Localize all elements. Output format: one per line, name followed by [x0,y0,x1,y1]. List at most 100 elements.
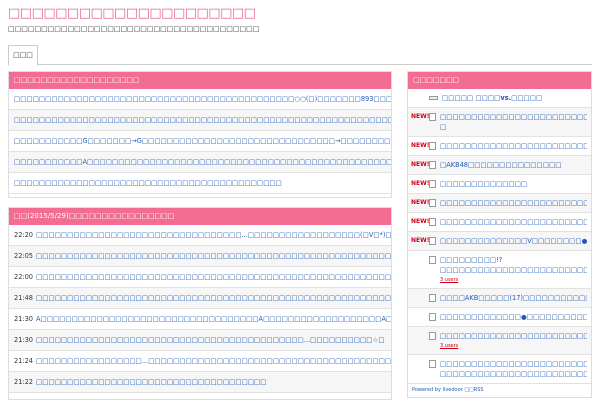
sidebar-item-link[interactable]: □□□□□□□□□□□□□□□□□□□□□□□□□□□□□ [440,217,587,227]
sidebar-item-link[interactable]: □□□□□□□□□□□□□●□□□□□□□□□□□□□□□□□□□□□ [440,312,587,322]
latest-item-time: 21:22 [14,378,34,386]
new-badge: NEW! [411,161,430,168]
sidebar-item-link[interactable]: □□□□□ □□□□vs.□□□□□ [442,93,542,103]
sidebar-item-link[interactable]: □□□□□□□□□□□□□□□□□□□□□□□□□□□□□□□□□□□□□□□□… [440,112,587,132]
pickup-item-link[interactable]: □□□□□□□□□□□G□□□□□□□→G□□□□□□□□□□□□□□□□□□□… [14,137,391,145]
latest-item-time: 21:24 [14,357,34,365]
users-count-link[interactable]: 3 users [440,277,587,284]
pickup-item: □□□□□□□□□□□A□□□□□□□□□□□□□□□□□□□□□□□□□□□□… [9,152,391,173]
latest-item: 21:24 □□□□□□□□□□□□□□□□□...□□□□□□□□□□□□□□□… [9,351,391,372]
sidebar-item: NEW! □□□□□□□□□□□□□□□□□□□□□□□□□□□□□□□□□□□ [408,194,591,213]
document-icon [429,294,436,302]
sidebar-panel: □□□□□□□ □□□□□ □□□□vs.□□□□□ NEW! □□□□□□□□□□… [407,71,592,398]
latest-list: 22:20 □□□□□□□□□□□□□□□□□□□□□□□□□□□□□□□□□..… [9,225,391,393]
document-icon [429,199,436,207]
sidebar-item: NEW! □AKB48□□□□□□□□□□□□□□□ [408,156,591,175]
sidebar-item-link[interactable]: □□□□□□□□□!?□□□□□□□□□□□□□□□□□□□□□□□□□ 3 us… [440,255,587,284]
latest-item-link[interactable]: A□□□□□□□□□□□□□□□□□□□□□□□□□□□□□□□□□□□A□□□… [36,315,391,323]
new-badge: NEW! [411,113,430,120]
powered-by-link[interactable]: Powered by livedoor □□RSS [408,384,591,396]
sidebar-item-title: □□□□□□□□□□□□□□□□□□□□□□□□□□□□□□□□□□□□□□□□… [440,113,587,131]
sidebar-item-link[interactable]: □□□□□□□□□□□□□□□□□□□□□□□ □□□□□□ □□□□□□□□□□… [440,359,587,379]
sidebar-item-title: □□□□□□□□□□□□□□V□□□□□□□□●□□□□□□□□□ [440,237,587,245]
sidebar-item: NEW! □□□□□□□□□□□□□□□□□□□□□□□□□□□□□□□□□□□□… [408,108,591,137]
sidebar-item-link[interactable]: □□□□□□□□□□□□□□V□□□□□□□□●□□□□□□□□□ [440,236,587,246]
latest-item-time: 21:30 [14,315,34,323]
latest-header: □□(2015/5/29)□□□□□□□□□□□□□□□□ [9,208,391,225]
sidebar-list: □□□□□ □□□□vs.□□□□□ NEW! □□□□□□□□□□□□□□□□□□… [408,89,591,384]
users-count-link[interactable]: 3 users [440,343,587,350]
sidebar-item-title: □□□□□□□□□□□□□□□□□□□□□□□ □□□□□□ □□□□□□□□□□… [440,360,587,378]
tab-home[interactable]: □□□ [8,45,38,66]
latest-item: 21:30 A□□□□□□□□□□□□□□□□□□□□□□□□□□□□□□□□□□… [9,309,391,330]
latest-item-link[interactable]: □□□□□□□□□□□□□□□□□...□□□□□□□□□□□□□□□□□□□□… [36,357,391,365]
sidebar-item-title: □□□□□ □□□□vs.□□□□□ [442,94,543,102]
sidebar-item: □□□□□□□□□□□□□□□□□□□□□□□□□□□□□□□□□□□□□□□□… [408,327,591,355]
sidebar-item: □□□□□□□□□□□□□□□□□□□□□□□ □□□□□□ □□□□□□□□□□… [408,355,591,384]
latest-item-link[interactable]: □□□□□□□□□□□□□□□□□□□□□□□□□□□□□□□□□□□□□□□□… [36,294,391,302]
feed-bar-icon [429,96,438,100]
pickup-item-link[interactable]: □□□□□□□□□□□□□□□□□□□□□□□□□□□□□□□□□□□□□□□□… [14,179,282,187]
latest-item: 21:30 □□□□□□□□□□□□□□□□□□□□□□□□□□□□□□□□□□□… [9,330,391,351]
sidebar-item: NEW! □□□□□□□□□□□□□□V□□□□□□□□●□□□□□□□□□ [408,232,591,251]
sidebar-item-link[interactable]: □□□□□□□□□□□□□□□□□□□□□□□□□□□□→□□□□□□□□□□□… [440,141,587,151]
latest-item-time: 22:20 [14,231,34,239]
latest-item-time: 21:30 [14,336,34,344]
new-badge: NEW! [411,237,430,244]
pickup-panel: □□□□□□□□□□□□□□□□□□□ □□□□□□□□□□□□□□□□□□□□… [8,71,392,198]
site-subtitle: □□□□□□□□□□□□□□□□□□□□□□□□□□□□□□□□□□□□□□ [8,25,260,33]
document-icon [429,360,436,368]
document-icon [429,161,436,169]
latest-panel: □□(2015/5/29)□□□□□□□□□□□□□□□□ 22:20 □□□□□… [8,207,392,400]
sidebar-item-title: □□□□□□□□□□□□□□□□□□□□□□□□□□□□□ [440,218,587,226]
new-badge: NEW! [411,199,430,206]
latest-item-time: 22:00 [14,273,34,281]
latest-item-link[interactable]: □□□□□□□□□□□□□□□□□□□□□□□□□□□□□□□□□□□□□ [36,378,267,386]
sidebar-item-link[interactable]: □□□□AKB□□□□□(17)□□□□□□□□□□□□□□□□□□□□ [440,293,587,303]
document-icon [429,256,436,264]
sidebar-item-title: □□□□AKB□□□□□(17)□□□□□□□□□□□□□□□□□□□□ [440,294,587,302]
latest-item-link[interactable]: □□□□□□□□□□□□□□□□□□□□□□□□□□□□□□□□□□□□□□□□… [36,336,385,344]
sidebar-item-link[interactable]: □AKB48□□□□□□□□□□□□□□□ [440,160,561,170]
latest-item-link[interactable]: □□□□□□□□□□□□□□□□□□□□□□□□□□□□□□□□□□□□□□□□… [36,252,391,260]
latest-item-link[interactable]: □□□□□□□□□□□□□□□□□□□□□□□□□□□□□□□□□...□□□□… [36,231,391,239]
document-icon [429,113,436,121]
latest-item: 21:48 □□□□□□□□□□□□□□□□□□□□□□□□□□□□□□□□□□□… [9,288,391,309]
sidebar-item-title: □□□□□□□□□□□□□□ [440,180,528,188]
sidebar-item-title: □□□□□□□□□□□□□□□□□□□□□□□□□□□□□□□□□□□ [440,199,587,207]
latest-item: 22:00 □□□□□□□□□□□□□□□□□□□□□□□□□□□□□□□□□□□… [9,267,391,288]
site-title[interactable]: □□□□□□□□□□□□□□□□□□□□□ [8,6,256,21]
latest-item: 22:20 □□□□□□□□□□□□□□□□□□□□□□□□□□□□□□□□□..… [9,225,391,246]
latest-item: 21:22 □□□□□□□□□□□□□□□□□□□□□□□□□□□□□□□□□□□… [9,372,391,393]
latest-item-link[interactable]: □□□□□□□□□□□□□□□□□□□□□□□□□□□□□□□□□□□□□□□□… [36,273,391,281]
sidebar-item-link[interactable]: □□□□□□□□□□□□□□□□□□□□□□□□□□□□□□□□□□□□□□□□… [440,331,587,350]
sidebar-item-link[interactable]: □□□□□□□□□□□□□□□□□□□□□□□□□□□□□□□□□□□ [440,198,587,208]
document-icon [429,180,436,188]
pickup-item: □□□□□□□□□□□□□□□□□□□□□□□□□□□□□□□□□□□□□□□□… [9,110,391,131]
pickup-item-link[interactable]: □□□□□□□□□□□□□□□□□□□□□□□□□□□□□□□□□□□□□□□□… [14,95,391,103]
pickup-item: □□□□□□□□□□□□□□□□□□□□□□□□□□□□□□□□□□□□□□□□… [9,173,391,194]
document-icon [429,332,436,340]
pickup-item-link[interactable]: □□□□□□□□□□□□□□□□□□□□□□□□□□□□□□□□□□□□□□□□… [14,116,391,124]
new-badge: NEW! [411,142,430,149]
sidebar-item: □□□□□□□□□!?□□□□□□□□□□□□□□□□□□□□□□□□□ 3 us… [408,251,591,289]
document-icon [429,313,436,321]
new-badge: NEW! [411,218,430,225]
sidebar-item-title: □□□□□□□□□□□□□□□□□□□□□□□□□□□□□□□□□□□□□□□□… [440,332,587,340]
sidebar-item-title: □□□□□□□□□!?□□□□□□□□□□□□□□□□□□□□□□□□□ [440,256,587,274]
pickup-item-link[interactable]: □□□□□□□□□□□A□□□□□□□□□□□□□□□□□□□□□□□□□□□□… [14,158,391,166]
sidebar-item: □□□□□ □□□□vs.□□□□□ [408,89,591,108]
document-icon [429,218,436,226]
sidebar-item-link[interactable]: □□□□□□□□□□□□□□ [440,179,527,189]
tab-bar: □□□ [8,45,592,66]
sidebar-item: NEW! □□□□□□□□□□□□□□□□□□□□□□□□□□□□→□□□□□□□… [408,137,591,156]
pickup-list: □□□□□□□□□□□□□□□□□□□□□□□□□□□□□□□□□□□□□□□□… [9,89,391,194]
sidebar-item: NEW! □□□□□□□□□□□□□□□□□□□□□□□□□□□□□ [408,213,591,232]
sidebar-item: □□□□AKB□□□□□(17)□□□□□□□□□□□□□□□□□□□□ [408,289,591,308]
document-icon [429,142,436,150]
sidebar-item: NEW! □□□□□□□□□□□□□□ [408,175,591,194]
sidebar-item-title: □AKB48□□□□□□□□□□□□□□□ [440,161,562,169]
new-badge: NEW! [411,180,430,187]
latest-item: 22:05 □□□□□□□□□□□□□□□□□□□□□□□□□□□□□□□□□□□… [9,246,391,267]
latest-item-time: 22:05 [14,252,34,260]
